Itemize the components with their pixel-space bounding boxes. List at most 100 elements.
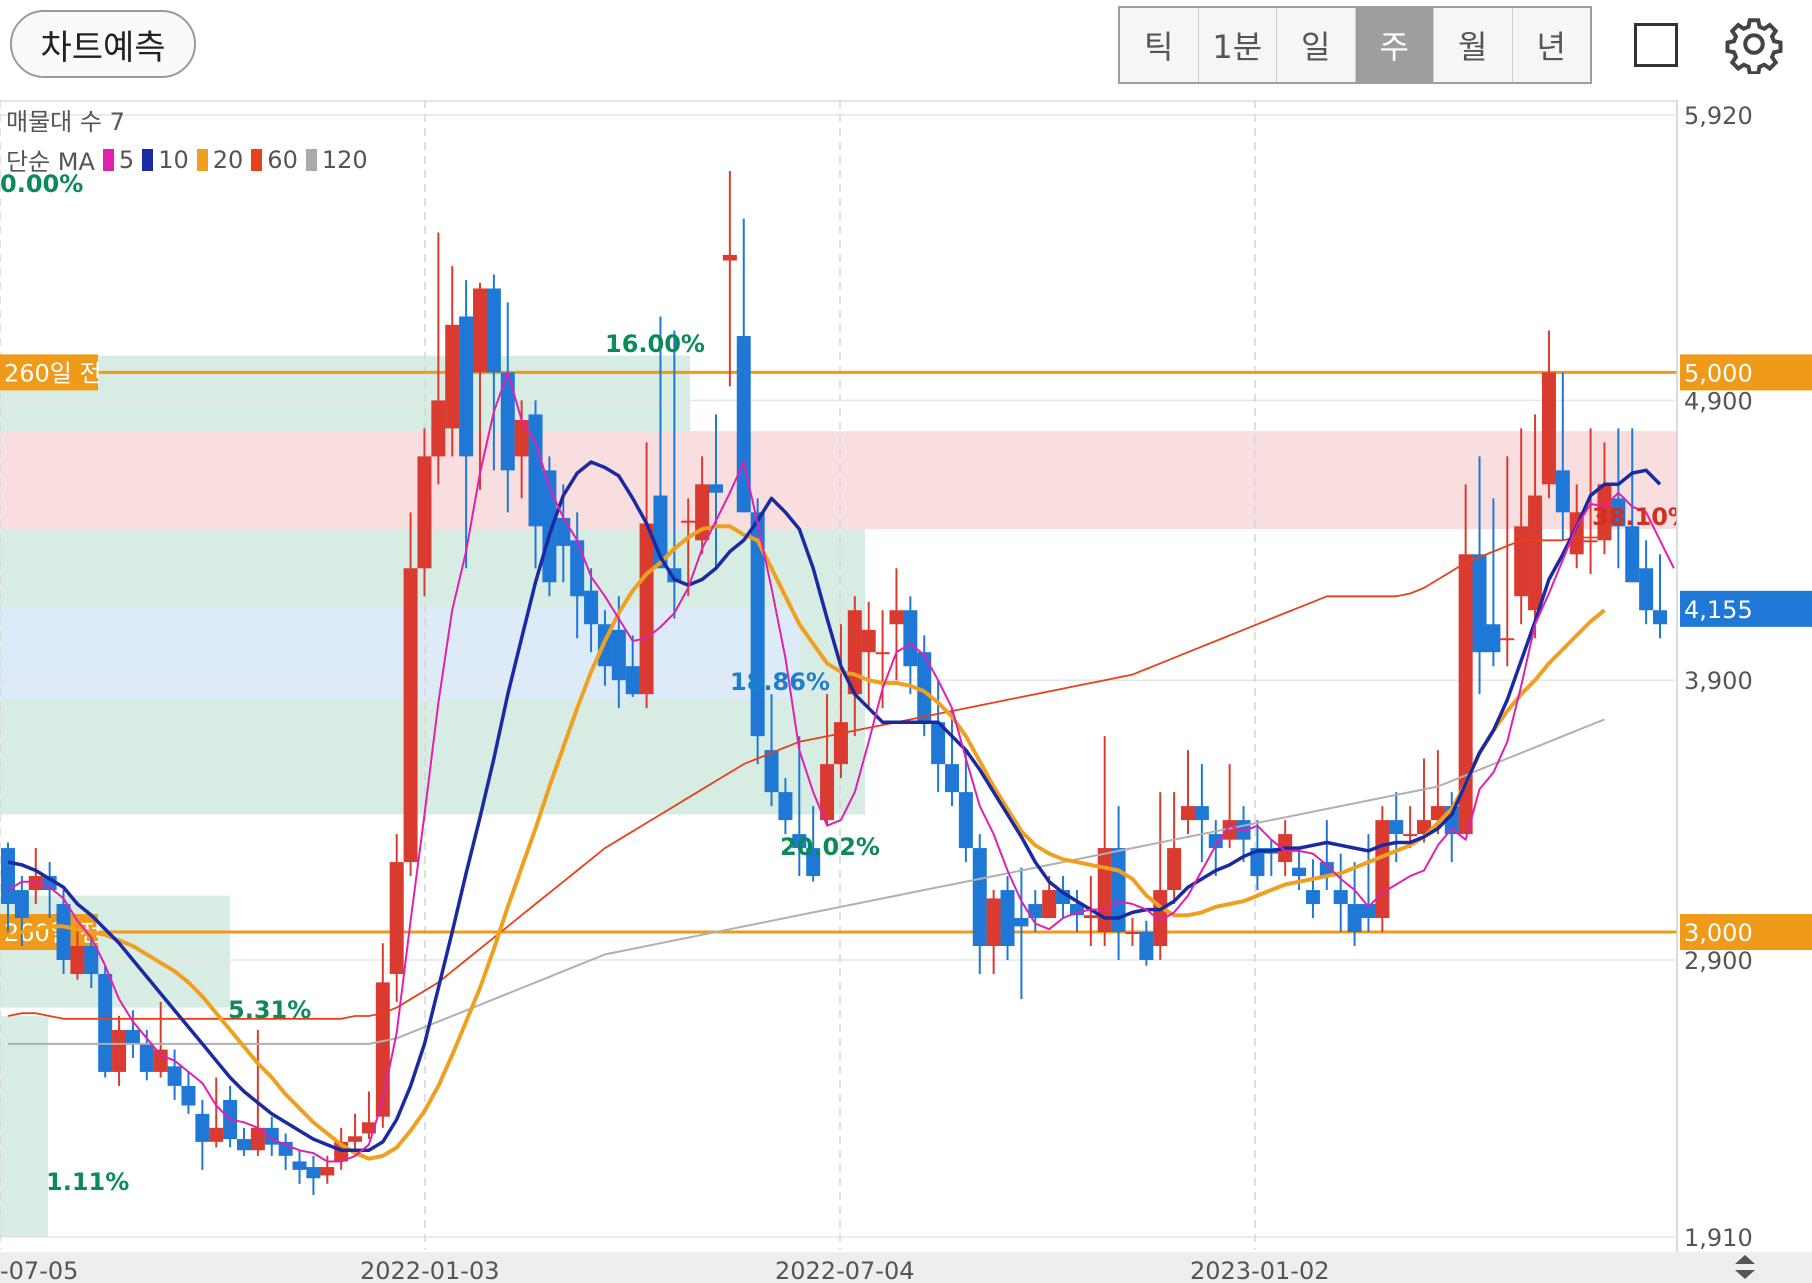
reference-price-label: 3,000	[1684, 919, 1753, 947]
candle-body	[1194, 806, 1209, 821]
candle-body	[1167, 848, 1182, 891]
candle-body	[722, 254, 737, 261]
candle-body	[1083, 915, 1098, 919]
reference-line-label: 260일 전	[4, 359, 102, 387]
period-tab-week[interactable]: 주	[1355, 8, 1434, 82]
candle-body	[528, 414, 543, 527]
candle-body	[486, 288, 501, 373]
zone-percent-label: 1.11%	[46, 1168, 129, 1196]
candle-body	[556, 517, 571, 546]
candle-body	[348, 1136, 363, 1142]
candle-body	[1528, 495, 1543, 611]
period-tab-day[interactable]: 일	[1277, 8, 1356, 82]
date-tick-label: 2022-01-03	[360, 1257, 499, 1283]
candle-body	[209, 1127, 224, 1142]
candle-body	[320, 1167, 335, 1176]
candle-body	[1125, 932, 1140, 935]
candle-body	[625, 666, 640, 695]
zone-percent-label: 20.02%	[780, 833, 880, 861]
candle-body	[181, 1085, 196, 1106]
candle-body	[889, 610, 904, 625]
candle-body	[986, 898, 1001, 947]
candle-body	[972, 848, 987, 947]
candle-body	[139, 1043, 154, 1072]
candle-body	[195, 1113, 210, 1142]
candle-body	[1014, 918, 1029, 927]
period-tab-year[interactable]: 년	[1513, 8, 1591, 82]
candle-body	[681, 520, 696, 523]
gear-icon[interactable]	[1724, 14, 1784, 74]
candle-body	[1541, 372, 1556, 485]
candle-body	[56, 904, 71, 960]
candle-body	[861, 629, 876, 653]
ma120-swatch	[305, 148, 317, 171]
candle-body	[945, 764, 959, 793]
candle-body	[70, 946, 85, 974]
period-tab-tick[interactable]: 틱	[1120, 8, 1199, 82]
period-tab-month[interactable]: 월	[1434, 8, 1513, 82]
ma60-swatch	[251, 148, 263, 171]
ma10-label: 10	[158, 145, 189, 174]
candle-body	[875, 652, 890, 655]
candle-body	[417, 456, 432, 569]
top-percent-label: 0.00%	[0, 170, 84, 198]
price-chart[interactable]: 260일 전260일 전16.00%18.86%20.02%5.31%1.11%…	[0, 100, 1812, 1283]
period-tab-1min[interactable]: 1분	[1199, 8, 1277, 82]
candle-body	[778, 792, 793, 821]
zone-percent-label: 16.00%	[605, 330, 705, 358]
candle-body	[1333, 890, 1348, 905]
candle-body	[1555, 470, 1570, 513]
candle-body	[764, 750, 779, 793]
candle-body	[445, 324, 460, 429]
candle-body	[1347, 904, 1362, 933]
fullscreen-square-icon[interactable]	[1634, 23, 1678, 67]
candle-body	[14, 890, 29, 919]
zone-blue-band	[0, 607, 800, 700]
candle-body	[639, 523, 654, 695]
ma20-label: 20	[212, 145, 244, 174]
candle-body	[611, 629, 626, 681]
ma120-label: 120	[321, 145, 368, 174]
date-tick-label: 2022-07-04	[775, 1257, 914, 1283]
candle-body	[1472, 554, 1487, 653]
candle-body	[1375, 820, 1390, 919]
zone-percent-label: 18.86%	[730, 668, 830, 696]
candle-body	[1403, 834, 1418, 837]
candle-body	[125, 1029, 140, 1044]
candle-body	[1, 848, 15, 905]
chart-predict-button[interactable]: 차트예측	[10, 10, 196, 78]
toolbar: 차트예측 틱 1분 일 주 월 년	[0, 0, 1812, 102]
candle-body	[1500, 638, 1515, 641]
candle-body	[1583, 540, 1598, 543]
ma60-label: 60	[267, 145, 298, 174]
candle-body	[833, 722, 848, 765]
candle-body	[570, 540, 585, 597]
ma5-label: 5	[118, 145, 135, 174]
candle-body	[1514, 526, 1529, 597]
candle-body	[84, 946, 99, 974]
date-tick-label: -07-05	[0, 1257, 78, 1283]
date-tick-label: 2023-01-02	[1190, 1257, 1329, 1283]
ma5-swatch	[102, 148, 114, 171]
candle-body	[514, 419, 529, 457]
candle-body	[292, 1161, 307, 1170]
candle-body	[1486, 624, 1501, 653]
scroll-arrows-icon[interactable]	[1730, 1252, 1760, 1282]
candle-body	[112, 1029, 127, 1072]
candle-body	[1139, 932, 1154, 960]
candle-body	[167, 1066, 182, 1086]
ma20-swatch	[196, 148, 208, 171]
candle-body	[903, 610, 918, 667]
candle-body	[1000, 890, 1015, 947]
candle-body	[1292, 867, 1307, 877]
candle-body	[1389, 820, 1404, 835]
candle-body	[1042, 890, 1057, 919]
price-tick-label: 1,910	[1684, 1224, 1753, 1252]
candle-body	[431, 400, 446, 457]
candle-body	[584, 590, 599, 625]
price-tick-label: 5,920	[1684, 102, 1753, 130]
price-tick-label: 2,900	[1684, 947, 1753, 975]
ma10-swatch	[142, 148, 154, 171]
candle-body	[1639, 568, 1654, 611]
candle-body	[709, 484, 723, 493]
